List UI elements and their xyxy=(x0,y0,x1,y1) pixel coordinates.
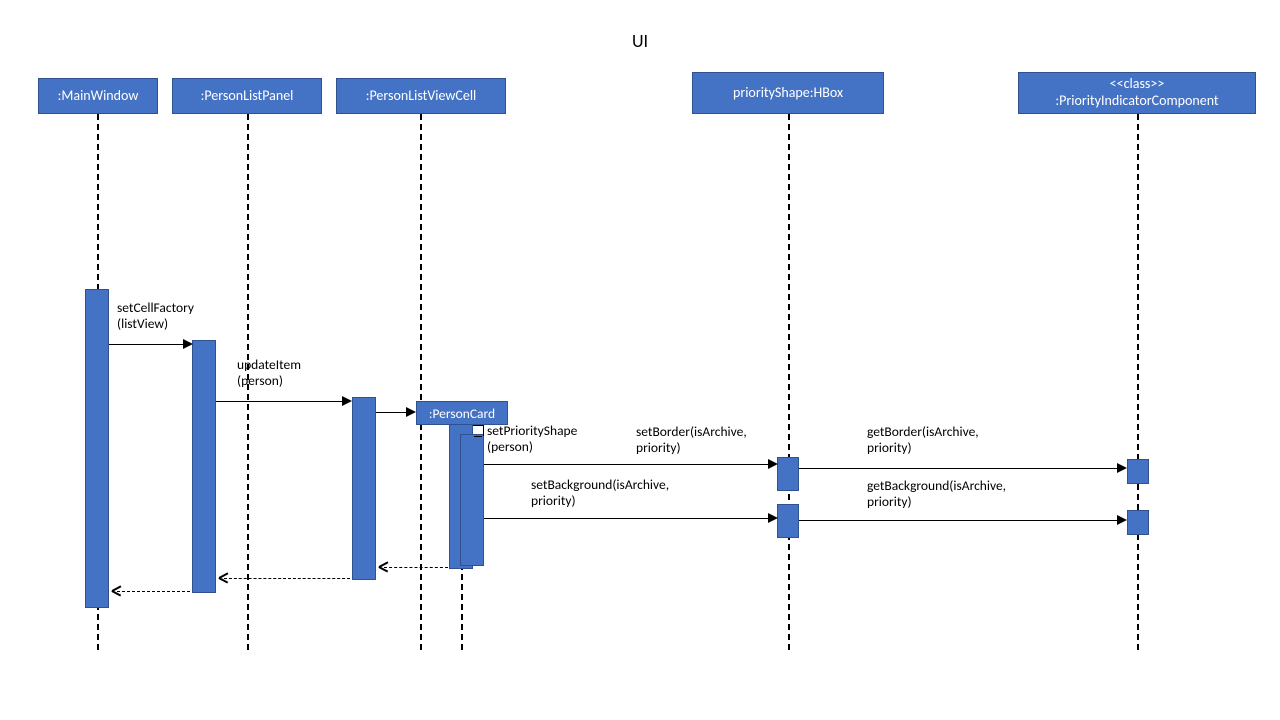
activation-personlistviewcell xyxy=(352,397,376,580)
lifeline-priorityshape xyxy=(788,114,790,650)
return-viewcell xyxy=(224,578,350,579)
activation-priorityshape-1 xyxy=(777,457,799,491)
arrow-setborder xyxy=(484,464,770,465)
arrow-head-icon xyxy=(1117,463,1127,473)
activation-priorityshape-2 xyxy=(777,504,799,538)
participant-label: :PriorityIndicatorComponent xyxy=(1055,93,1218,110)
lifeline-priorityindicator xyxy=(1137,114,1139,650)
participant-stereotype: <<class>> xyxy=(1110,76,1165,93)
arrow-head-icon xyxy=(1117,515,1127,525)
return-personcard xyxy=(384,567,448,568)
arrow-setcellfactory xyxy=(109,344,185,345)
arrow-head-icon xyxy=(342,396,352,406)
activation-priorityindicator-1 xyxy=(1127,459,1149,484)
arrow-head-icon xyxy=(768,513,778,523)
activation-mainwindow xyxy=(85,289,109,608)
participant-personlistviewcell: :PersonListViewCell xyxy=(336,78,506,114)
participant-label: :MainWindow xyxy=(58,88,139,105)
msg-getborder: getBorder(isArchive, priority) xyxy=(867,424,979,455)
self-msg-top xyxy=(473,425,483,426)
self-msg-back xyxy=(474,436,482,437)
arrow-getbackground xyxy=(799,520,1119,521)
participant-label: :PersonListViewCell xyxy=(366,88,477,105)
msg-setcellfactory: setCellFactory (listView) xyxy=(117,300,194,331)
activation-personcard-inner xyxy=(460,434,484,566)
participant-priorityshape: priorityShape:HBox xyxy=(692,72,884,114)
msg-setpriorityshape: setPriorityShape (person) xyxy=(487,423,577,454)
arrow-head-icon xyxy=(183,339,193,349)
arrow-setbackground xyxy=(484,518,770,519)
activation-personlistpanel xyxy=(192,340,216,593)
participant-priorityindicator: <<class>> :PriorityIndicatorComponent xyxy=(1018,72,1256,114)
msg-getbackground: getBackground(isArchive, priority) xyxy=(867,478,1006,509)
msg-setbackground: setBackground(isArchive, priority) xyxy=(531,477,669,508)
arrow-head-icon xyxy=(406,407,416,417)
arrow-updateitem xyxy=(216,401,344,402)
participant-mainwindow: :MainWindow xyxy=(38,78,158,114)
diagram-title: UI xyxy=(632,30,648,52)
arrow-create-personcard xyxy=(376,412,408,413)
activation-priorityindicator-2 xyxy=(1127,510,1149,535)
arrow-head-icon xyxy=(768,459,778,469)
msg-updateitem: updateItem (person) xyxy=(237,357,301,388)
participant-label: priorityShape:HBox xyxy=(733,85,843,102)
lifeline-personlistviewcell xyxy=(420,114,422,650)
participant-label: :PersonListPanel xyxy=(201,88,294,105)
arrow-getborder xyxy=(799,468,1119,469)
msg-setborder: setBorder(isArchive, priority) xyxy=(636,424,747,455)
self-msg-down xyxy=(483,425,484,436)
participant-personlistpanel: :PersonListPanel xyxy=(172,78,322,114)
participant-label: :PersonCard xyxy=(429,405,495,422)
return-listpanel xyxy=(117,591,190,592)
